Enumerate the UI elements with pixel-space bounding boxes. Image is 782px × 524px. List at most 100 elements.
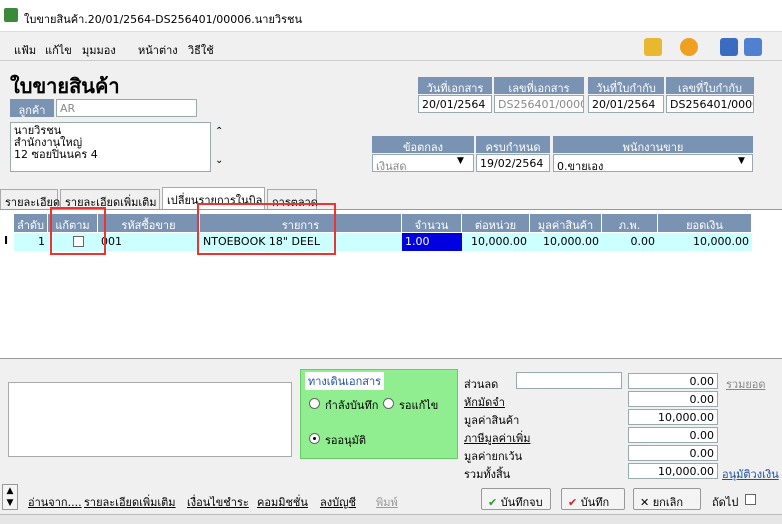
scroll-down-icon[interactable]: ⌄ [215,155,223,166]
menu-file[interactable]: แฟ้ม [14,41,36,59]
discount-label: ส่วนลด [464,378,499,391]
page-title: ใบขายสินค้า [10,74,120,98]
workflow-group: ทางเดินเอกสาร กำลังบันทึก รอแก้ไข รออนุม… [300,369,458,459]
radio-saving[interactable] [309,398,320,409]
save-close-button[interactable]: ✔ บันทึกจบ [481,488,551,510]
terms-label: ข้อตกลง [372,136,474,154]
col-code: รหัสซื้อขาย [98,214,200,232]
calculator-icon[interactable] [720,38,738,56]
key-icon[interactable] [644,38,662,56]
menu-view[interactable]: มุมมอง [82,41,116,59]
deposit-value: 0.00 [628,391,718,407]
calendar-icon[interactable] [744,38,762,56]
save-label: บันทึก [580,496,610,509]
col-value: มูลค่าสินค้า [530,214,602,232]
radio-pending-approve[interactable] [309,433,320,444]
sales-select[interactable]: 0.ขายเอง [553,154,753,172]
title-bar: ใบขายสินค้า.20/01/2564-DS256401/00006.นา… [0,0,782,32]
more-detail-link[interactable]: รายละเอียดเพิ่มเติม [84,493,176,511]
exempt-value: 0.00 [628,445,718,461]
print-link[interactable]: พิมพ์ [376,493,398,511]
payment-terms-link[interactable]: เงื่อนไขชำระ [187,493,249,511]
address-box[interactable]: นายวิรชน สำนักงานใหญ่ 12 ซอยปิ่นนคร 4 [10,122,211,172]
discount-value: 0.00 [628,373,718,389]
row-spinner[interactable]: ▲ ▼ [2,484,18,510]
cell-seq: 1 [14,233,48,251]
window-title: ใบขายสินค้า.20/01/2564-DS256401/00006.นา… [24,13,302,26]
save-close-label: บันทึกจบ [500,496,543,509]
radio-pending-edit[interactable] [383,398,394,409]
sales-label: พนักงานขาย [553,136,753,154]
tax-date-field[interactable]: 20/01/2564 [588,95,664,113]
discount-input[interactable] [516,372,622,389]
doc-date-label: วันที่เอกสาร [418,77,492,95]
menu-bar: แฟ้ม แก้ไข มุมมอง หน้าต่าง วิธีใช้ [0,33,782,61]
customer-label: ลูกค้า [10,99,54,117]
cell-code[interactable]: 001 [98,233,200,251]
tab-more-detail[interactable]: รายละเอียดเพิ่มเติม [60,189,160,209]
items-grid: ลำดับ แก้ตาม รหัสซื้อขาย รายการ จำนวน ต่… [0,203,782,359]
menu-help[interactable]: วิธีใช้ [188,41,214,59]
cell-unit-price[interactable]: 10,000.00 [462,233,530,251]
menu-edit[interactable]: แก้ไข [45,41,72,59]
vat-value: 0.00 [628,427,718,443]
customer-code-field[interactable]: AR [56,99,197,117]
doc-no-field[interactable]: DS256401/00006 [494,95,584,113]
chevron-down-icon[interactable]: ▼ [738,156,745,166]
tax-no-label: เลขที่ใบกำกับภาษี [666,77,754,113]
vat-label[interactable]: ภาษีมูลค่าเพิ่ม [464,429,530,447]
col-unit-price: ต่อหน่วย [462,214,530,232]
chevron-down-icon[interactable]: ▼ [457,156,464,166]
highlight-box [197,203,336,255]
scroll-up-icon[interactable]: ⌃ [215,126,223,137]
tax-date-label: วันที่ใบกำกับ [588,77,664,95]
col-qty: จำนวน [402,214,462,232]
row-cursor-icon: I [4,234,9,247]
cell-vat: 0.00 [602,233,658,251]
cell-amount: 10,000.00 [658,233,752,251]
sales-value: 0.ขายเอง [557,160,604,172]
address-line: 12 ซอยปิ่นนคร 4 [14,148,98,161]
save-button[interactable]: ✔ บันทึก [561,488,625,510]
tab-detail[interactable]: รายละเอียด [0,189,60,209]
post-link[interactable]: ลงบัญชี [320,493,356,511]
due-date-field[interactable]: 19/02/2564 [476,154,550,172]
deposit-label[interactable]: หักมัดจำ [464,393,505,411]
next-label: ถัดไป [712,496,739,509]
radio-pending-approve-label: รออนุมัติ [325,434,367,447]
status-bar [0,514,782,524]
cancel-button[interactable]: ✕ ยกเลิก [633,488,701,510]
goods-value: 10,000.00 [628,409,718,425]
col-seq: ลำดับ [14,214,48,232]
next-checkbox[interactable] [745,494,756,505]
due-label: ครบกำหนด [476,136,550,154]
exempt-label: มูลค่ายกเว้น [464,450,523,463]
radio-pending-edit-label: รอแก้ไข [399,399,439,412]
check-icon: ✔ [568,496,578,509]
tax-no-field[interactable]: DS256401/00006 [666,95,754,113]
highlight-box [50,207,106,255]
workflow-title: ทางเดินเอกสาร [305,372,385,390]
clock-icon[interactable] [680,38,698,56]
terms-value: เงินสด [376,160,407,172]
notes-box[interactable] [8,382,292,457]
cancel-label: ยกเลิก [652,496,683,509]
doc-no-label: เลขที่เอกสาร [494,77,584,95]
total-value: 10,000.00 [628,463,718,479]
col-amount: ยอดเงิน [658,214,752,232]
read-from-link[interactable]: อ่านจาก.... [28,493,82,511]
cell-qty[interactable]: 1.00 [402,233,462,251]
menu-window[interactable]: หน้าต่าง [138,41,178,59]
close-icon: ✕ [640,496,650,509]
app-icon [4,8,18,22]
sum-link[interactable]: รวมยอด [726,375,766,393]
approve-credit-link[interactable]: อนุมัติวงเงิน [722,465,779,483]
tab-bar: รายละเอียด รายละเอียดเพิ่มเติม เปลี่ยนรา… [0,187,782,209]
commission-link[interactable]: คอมมิชชั่น [257,493,308,511]
goods-label: มูลค่าสินค้า [464,414,520,427]
doc-date-field[interactable]: 20/01/2564 [418,95,492,113]
radio-saving-label: กำลังบันทึก [325,399,379,412]
check-icon: ✔ [488,496,498,509]
col-vat: ภ.พ. [602,214,658,232]
cell-value: 10,000.00 [530,233,602,251]
